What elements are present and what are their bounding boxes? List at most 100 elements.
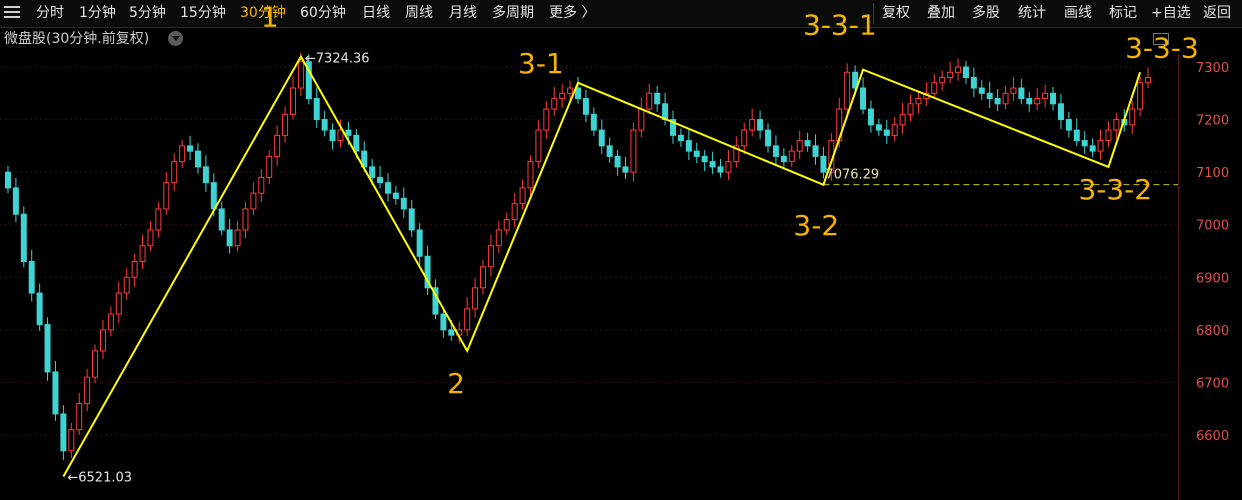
candle-body bbox=[464, 308, 471, 331]
y-tick-label: 6700 bbox=[1196, 376, 1229, 391]
candle-body bbox=[503, 218, 510, 231]
candle-body bbox=[1065, 119, 1072, 131]
candle-body bbox=[321, 119, 328, 131]
candle-body bbox=[400, 197, 407, 210]
candle-body bbox=[1113, 119, 1120, 131]
candle-body bbox=[345, 129, 352, 136]
candle-body bbox=[194, 150, 201, 168]
candle-body bbox=[804, 140, 811, 147]
candle-body bbox=[210, 182, 217, 210]
candle-body bbox=[242, 208, 249, 231]
candle-body bbox=[495, 229, 502, 247]
candle-body bbox=[955, 66, 962, 73]
candle-body bbox=[582, 98, 589, 115]
candle-body bbox=[179, 145, 186, 163]
candle-body bbox=[448, 329, 455, 336]
candle-body bbox=[867, 108, 874, 126]
min-price-label: ←6521.03 bbox=[67, 471, 132, 486]
candle-body bbox=[92, 350, 99, 378]
candle-body bbox=[907, 103, 914, 115]
candle-body bbox=[1081, 140, 1088, 147]
candle-body bbox=[274, 134, 281, 157]
candle-body bbox=[614, 155, 621, 168]
candle-body bbox=[638, 108, 645, 131]
candle-body bbox=[472, 287, 479, 310]
candle-body bbox=[551, 98, 558, 110]
candle-body bbox=[1042, 92, 1049, 100]
max-price-label: ←7324.36 bbox=[305, 51, 370, 66]
candle-body bbox=[630, 129, 637, 173]
candle-body bbox=[527, 161, 534, 189]
candle-body bbox=[654, 92, 661, 105]
candle-body bbox=[844, 71, 851, 110]
candle-body bbox=[289, 87, 296, 115]
axis-divider bbox=[1178, 54, 1179, 500]
wave-label: 3-2 bbox=[793, 209, 839, 242]
candle-body bbox=[36, 292, 43, 326]
candle-body bbox=[28, 261, 35, 294]
candle-body bbox=[1002, 92, 1009, 105]
wave-label: 2 bbox=[447, 367, 465, 400]
candle-body bbox=[812, 145, 819, 157]
candle-body bbox=[622, 166, 629, 173]
candle-body bbox=[860, 87, 867, 110]
candle-body bbox=[408, 208, 415, 231]
wave-label: 3-3-2 bbox=[1078, 173, 1152, 206]
candle-body bbox=[875, 124, 882, 131]
y-tick-label: 7300 bbox=[1196, 61, 1229, 76]
candle-body bbox=[567, 87, 574, 94]
candle-body bbox=[392, 192, 399, 199]
candle-body bbox=[931, 82, 938, 94]
candle-body bbox=[899, 113, 906, 126]
candle-body bbox=[772, 145, 779, 157]
candle-body bbox=[440, 313, 447, 331]
candle-body bbox=[369, 166, 376, 178]
candle-body bbox=[590, 113, 597, 131]
candle-body bbox=[883, 129, 890, 136]
candle-body bbox=[60, 413, 67, 452]
candle-body bbox=[282, 113, 289, 136]
candle-body bbox=[487, 245, 494, 268]
y-tick-label: 6900 bbox=[1196, 271, 1229, 286]
candlestick-chart: 7300 7200 7100 7000 6900 6800 6700 6600 1 2 3-1 3-2… bbox=[0, 0, 1229, 486]
wave-label: 3-1 bbox=[518, 47, 564, 80]
candle-body bbox=[606, 145, 613, 157]
candle-body bbox=[218, 208, 225, 231]
candle-body bbox=[202, 166, 209, 184]
candle-body bbox=[115, 292, 122, 315]
candle-body bbox=[1026, 98, 1033, 105]
candle-body bbox=[163, 182, 170, 210]
candle-body bbox=[939, 77, 946, 84]
candle-body bbox=[915, 98, 922, 105]
y-tick-label: 7000 bbox=[1196, 219, 1229, 234]
candle-body bbox=[479, 266, 486, 289]
candle-body bbox=[709, 161, 716, 168]
candle-body bbox=[1073, 129, 1080, 142]
candle-body bbox=[1145, 77, 1152, 84]
candle-body bbox=[297, 61, 304, 89]
candle-body bbox=[12, 187, 19, 215]
candle-body bbox=[384, 182, 391, 194]
candle-body bbox=[99, 329, 106, 352]
candle-body bbox=[749, 119, 756, 131]
candle-body bbox=[559, 92, 566, 100]
wave-label: 3-3-1 bbox=[803, 9, 877, 42]
candle-body bbox=[511, 203, 518, 220]
y-tick-label: 6800 bbox=[1196, 324, 1229, 339]
wave-label: 3-3-3 bbox=[1125, 31, 1199, 64]
candle-body bbox=[1129, 108, 1136, 126]
candle-body bbox=[123, 276, 130, 294]
candle-body bbox=[780, 155, 787, 163]
candle-body bbox=[1105, 129, 1112, 142]
candle-body bbox=[1057, 103, 1064, 121]
candle-body bbox=[970, 77, 977, 89]
candle-body bbox=[717, 166, 724, 173]
y-tick-label: 7200 bbox=[1196, 114, 1229, 129]
candle-body bbox=[994, 98, 1001, 105]
candle-body bbox=[329, 129, 336, 142]
candle-body bbox=[147, 229, 154, 247]
candle-body bbox=[131, 261, 138, 278]
candle-body bbox=[234, 229, 241, 247]
candle-body bbox=[377, 176, 384, 184]
wave-label: 1 bbox=[261, 0, 279, 33]
